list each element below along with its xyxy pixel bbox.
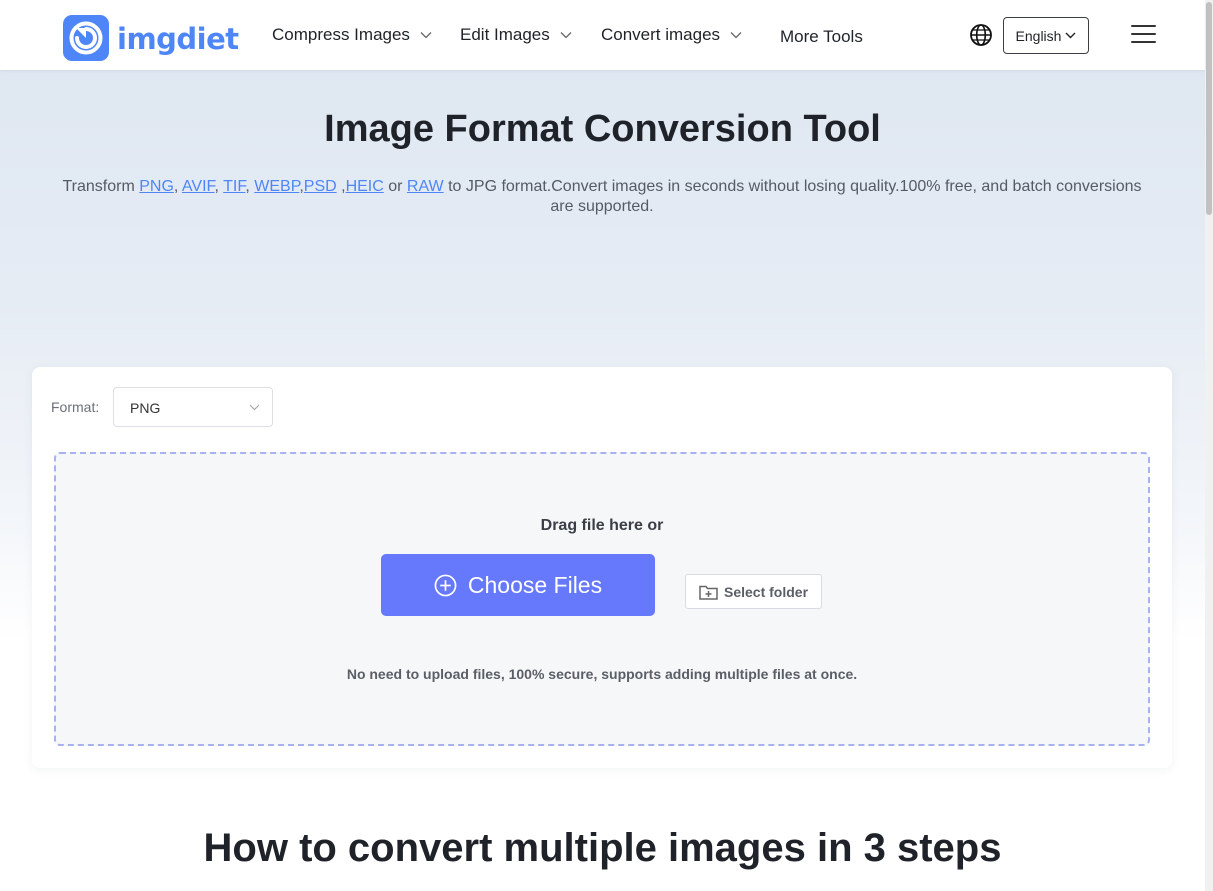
folder-plus-icon (699, 585, 718, 600)
nav-more-tools[interactable]: More Tools (780, 27, 863, 47)
hero-sub-or: or (383, 178, 407, 195)
logo-link[interactable]: imgdiet (63, 15, 239, 61)
globe-icon[interactable] (969, 23, 993, 47)
format-label: Format: (51, 399, 100, 415)
link-avif[interactable]: AVIF (182, 178, 215, 195)
nav-more-label: More Tools (780, 27, 863, 46)
choose-files-label: Choose Files (467, 571, 603, 598)
language-select[interactable]: English (1003, 17, 1089, 54)
link-raw[interactable]: RAW (407, 178, 444, 195)
format-select[interactable]: PNG (113, 387, 273, 427)
choose-files-button[interactable]: Choose Files (381, 554, 655, 616)
secure-note: No need to upload files, 100% secure, su… (346, 666, 858, 682)
top-header: imgdiet Compress Images Edit Images Conv… (0, 0, 1205, 70)
hero-description: Transform PNG, AVIF, TIF, WEBP,PSD ,HEIC… (62, 178, 1142, 215)
chevron-down-icon (560, 32, 572, 39)
page-scrollbar[interactable] (1205, 0, 1213, 891)
language-label: English (1015, 27, 1062, 44)
plus-circle-icon (434, 574, 457, 596)
link-png[interactable]: PNG (139, 178, 174, 195)
brand-name: imgdiet (117, 22, 239, 56)
format-select-value: PNG (130, 400, 161, 416)
nav-edit-label: Edit Images (460, 25, 550, 44)
hero-sub-suffix: to JPG format.Convert images in seconds … (443, 178, 1142, 215)
logo-icon (63, 15, 109, 61)
link-psd[interactable]: PSD (304, 178, 337, 195)
drag-file-text: Drag file here or (540, 517, 664, 534)
file-dropzone[interactable]: Drag file here or Choose Files Select fo… (54, 452, 1150, 746)
chevron-down-icon (730, 32, 742, 39)
select-folder-button[interactable]: Select folder (685, 574, 822, 609)
nav-compress-images[interactable]: Compress Images (272, 25, 432, 45)
nav-convert-images[interactable]: Convert images (601, 25, 742, 45)
hero-sub-prefix: Transform (62, 178, 140, 195)
converter-card: Format: PNG Drag file here or Choose Fil… (32, 367, 1172, 768)
scrollbar-thumb[interactable] (1206, 2, 1212, 215)
nav-edit-images[interactable]: Edit Images (460, 25, 572, 45)
page-title: Image Format Conversion Tool (324, 108, 881, 150)
nav-compress-label: Compress Images (272, 25, 410, 44)
chevron-down-icon (1065, 32, 1076, 39)
chevron-down-icon (249, 404, 260, 411)
nav-convert-label: Convert images (601, 25, 721, 44)
steps-heading: How to convert multiple images in 3 step… (203, 826, 1002, 870)
chevron-down-icon (420, 32, 432, 39)
link-webp[interactable]: WEBP (254, 178, 299, 195)
link-heic[interactable]: HEIC (346, 178, 384, 195)
select-folder-label: Select folder (723, 583, 809, 600)
link-tif[interactable]: TIF (223, 178, 245, 195)
hamburger-menu-icon[interactable] (1131, 24, 1156, 44)
